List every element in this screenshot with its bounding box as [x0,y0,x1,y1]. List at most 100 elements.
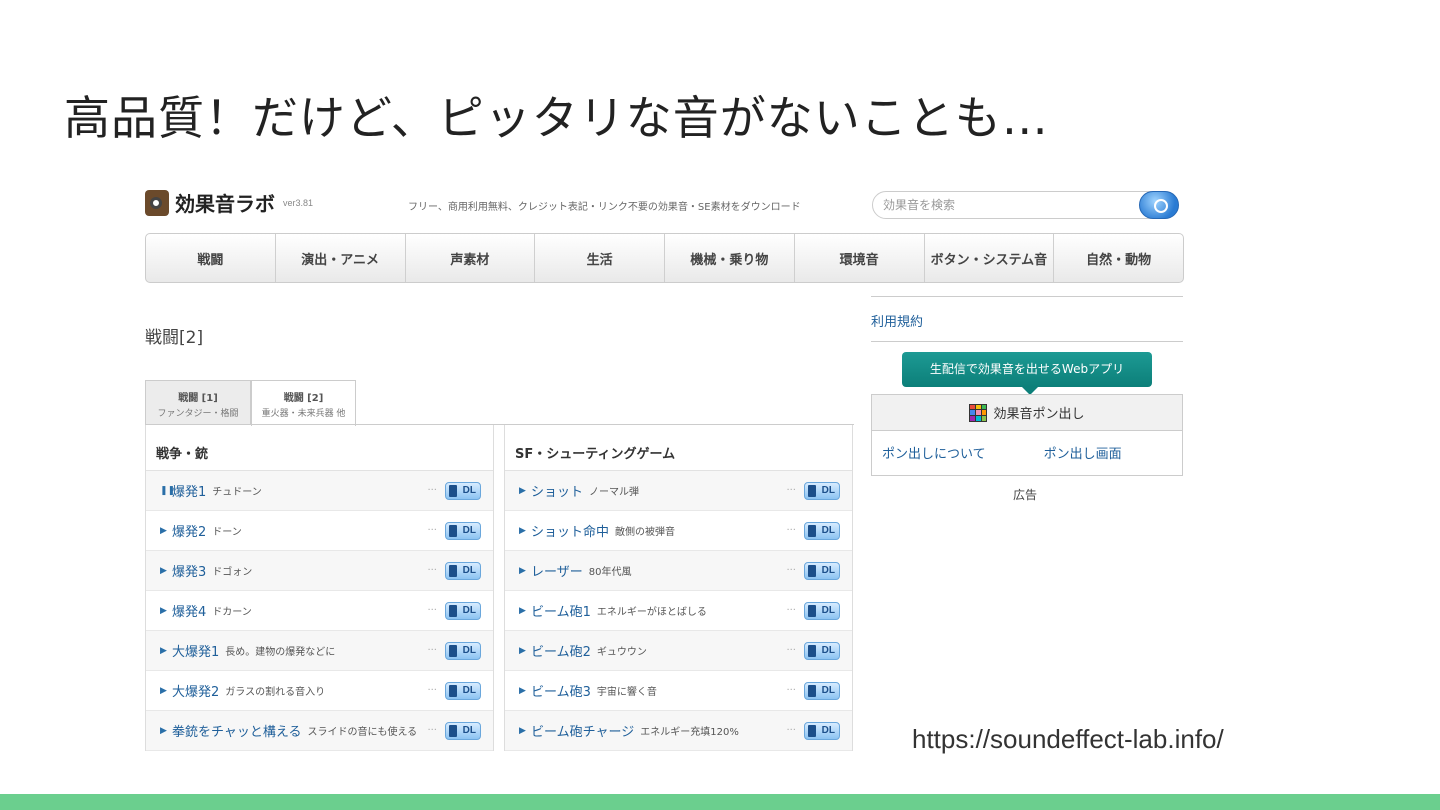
source-url: https://soundeffect-lab.info/ [912,724,1224,754]
pon-about-link[interactable]: ポン出しについて [882,443,986,462]
divider [871,296,1183,297]
play-icon[interactable]: ▶ [519,726,528,736]
play-icon[interactable]: ▶ [519,526,528,536]
nav-item-machine[interactable]: 機械・乗り物 [665,234,795,282]
tab-battle-2[interactable]: 戦闘 [2] 重火器・未来兵器 他 [251,380,356,426]
more-dots: ··· [427,485,437,496]
ad-label: 広告 [1013,488,1038,502]
nav-item-life[interactable]: 生活 [535,234,665,282]
play-icon[interactable]: ▶ [519,686,528,696]
sound-name[interactable]: 大爆発2 [172,681,219,700]
pause-icon[interactable]: ❚❚ [160,486,175,496]
sound-row[interactable]: ▶ ショット ノーマル弾 ··· DL [505,471,852,511]
pon-dashi-header[interactable]: 効果音ポン出し [872,395,1182,431]
sound-row[interactable]: ▶ ビーム砲2 ギュウウン ··· DL [505,631,852,671]
search-button[interactable] [1139,191,1179,219]
sound-name[interactable]: 拳銃をチャッと構える [172,721,301,740]
play-icon[interactable]: ▶ [519,486,528,496]
sound-name[interactable]: ビーム砲チャージ [531,721,634,740]
sound-row[interactable]: ▶ ビーム砲1 エネルギーがほとばしる ··· DL [505,591,852,631]
launchpad-grid-icon [969,403,988,422]
play-icon[interactable]: ▶ [160,526,169,536]
sound-name[interactable]: 爆発2 [172,521,206,540]
sound-description: スライドの音にも使える [307,727,418,738]
sound-description: チュドーン [212,487,262,498]
sound-row[interactable]: ▶ 大爆発2 ガラスの割れる音入り ··· DL [146,671,493,711]
sound-name[interactable]: 爆発4 [172,601,206,620]
sound-name[interactable]: ショット命中 [531,521,609,540]
sound-row[interactable]: ▶ レーザー 80年代風 ··· DL [505,551,852,591]
more-dots: ··· [427,525,437,536]
download-button[interactable]: DL [445,681,481,700]
play-icon[interactable]: ▶ [160,606,169,616]
pon-dashi-links: ポン出しについて ポン出し画面 [872,431,1182,462]
sound-description: 長め。建物の爆発などに [225,647,336,658]
tab-title: 戦闘 [2] [283,393,324,404]
sound-row[interactable]: ▶ ショット命中 敵側の被弾音 ··· DL [505,511,852,551]
pon-dashi-title: 効果音ポン出し [993,407,1085,422]
download-button[interactable]: DL [804,721,840,740]
download-button[interactable]: DL [804,681,840,700]
sound-row[interactable]: ▶ 大爆発1 長め。建物の爆発などに ··· DL [146,631,493,671]
download-button[interactable]: DL [804,561,840,580]
sound-row[interactable]: ▶ ビーム砲チャージ エネルギー充填120% ··· DL [505,711,852,751]
download-button[interactable]: DL [445,601,481,620]
more-dots: ··· [786,525,796,536]
nav-item-anime[interactable]: 演出・アニメ [276,234,406,282]
sound-row[interactable]: ▶ 爆発4 ドカーン ··· DL [146,591,493,631]
search-input[interactable] [873,192,1133,218]
sound-panel: 戦争・銃 ❚❚ 爆発1 チュドーン ··· DL ▶ 爆発2 ドーン ··· DL ▶ 爆発3 ドゴォン… [145,424,854,764]
play-icon[interactable]: ▶ [160,646,169,656]
download-button[interactable]: DL [445,481,481,500]
download-button[interactable]: DL [445,521,481,540]
sound-description: 敵側の被弾音 [615,527,676,538]
nav-item-system[interactable]: ボタン・システム音 [925,234,1055,282]
nav-item-nature[interactable]: 自然・動物 [1054,234,1183,282]
sound-description: エネルギー充填120% [640,727,739,738]
sound-row[interactable]: ▶ 爆発2 ドーン ··· DL [146,511,493,551]
download-button[interactable]: DL [804,641,840,660]
more-dots: ··· [786,485,796,496]
pon-screen-link[interactable]: ポン出し画面 [1044,443,1122,462]
column-war-guns: 戦争・銃 ❚❚ 爆発1 チュドーン ··· DL ▶ 爆発2 ドーン ··· DL ▶ 爆発3 ドゴォン… [145,425,494,751]
site-logo[interactable]: 効果音ラボ ver3.81 [145,188,313,217]
download-button[interactable]: DL [445,721,481,740]
play-icon[interactable]: ▶ [160,686,169,696]
sound-name[interactable]: ビーム砲1 [531,601,591,620]
play-icon[interactable]: ▶ [519,606,528,616]
sound-name[interactable]: レーザー [531,561,583,580]
download-button[interactable]: DL [804,601,840,620]
nav-item-environment[interactable]: 環境音 [795,234,925,282]
more-dots: ··· [427,605,437,616]
sound-row[interactable]: ▶ ビーム砲3 宇宙に響く音 ··· DL [505,671,852,711]
play-icon[interactable]: ▶ [519,566,528,576]
tab-subtitle: ファンタジー・格闘 [157,409,239,419]
sound-name[interactable]: ビーム砲2 [531,641,591,660]
section-title: 戦闘[2] [145,328,204,348]
sound-name[interactable]: ショット [531,481,583,500]
sound-name[interactable]: 大爆発1 [172,641,219,660]
play-icon[interactable]: ▶ [160,726,169,736]
more-dots: ··· [786,685,796,696]
nav-item-battle[interactable]: 戦闘 [146,234,276,282]
sound-name[interactable]: 爆発1 [172,481,206,500]
sound-row[interactable]: ❚❚ 爆発1 チュドーン ··· DL [146,471,493,511]
nav-item-voice[interactable]: 声素材 [406,234,536,282]
sound-row[interactable]: ▶ 爆発3 ドゴォン ··· DL [146,551,493,591]
sound-name[interactable]: 爆発3 [172,561,206,580]
download-button[interactable]: DL [445,561,481,580]
more-dots: ··· [427,645,437,656]
webapp-promo-bubble[interactable]: 生配信で効果音を出せるWebアプリ [902,352,1152,395]
download-button[interactable]: DL [804,521,840,540]
play-icon[interactable]: ▶ [160,566,169,576]
sound-name[interactable]: ビーム砲3 [531,681,591,700]
download-button[interactable]: DL [445,641,481,660]
tagline: フリー、商用利用無料、クレジット表記・リンク不要の効果音・SE素材をダウンロード [408,202,801,213]
category-nav: 戦闘 演出・アニメ 声素材 生活 機械・乗り物 環境音 ボタン・システム音 自然… [145,233,1184,283]
sound-row[interactable]: ▶ 拳銃をチャッと構える スライドの音にも使える ··· DL [146,711,493,751]
sound-description: 80年代風 [588,567,632,578]
tab-battle-1[interactable]: 戦闘 [1] ファンタジー・格闘 [145,380,251,424]
terms-link[interactable]: 利用規約 [871,311,923,330]
download-button[interactable]: DL [804,481,840,500]
play-icon[interactable]: ▶ [519,646,528,656]
